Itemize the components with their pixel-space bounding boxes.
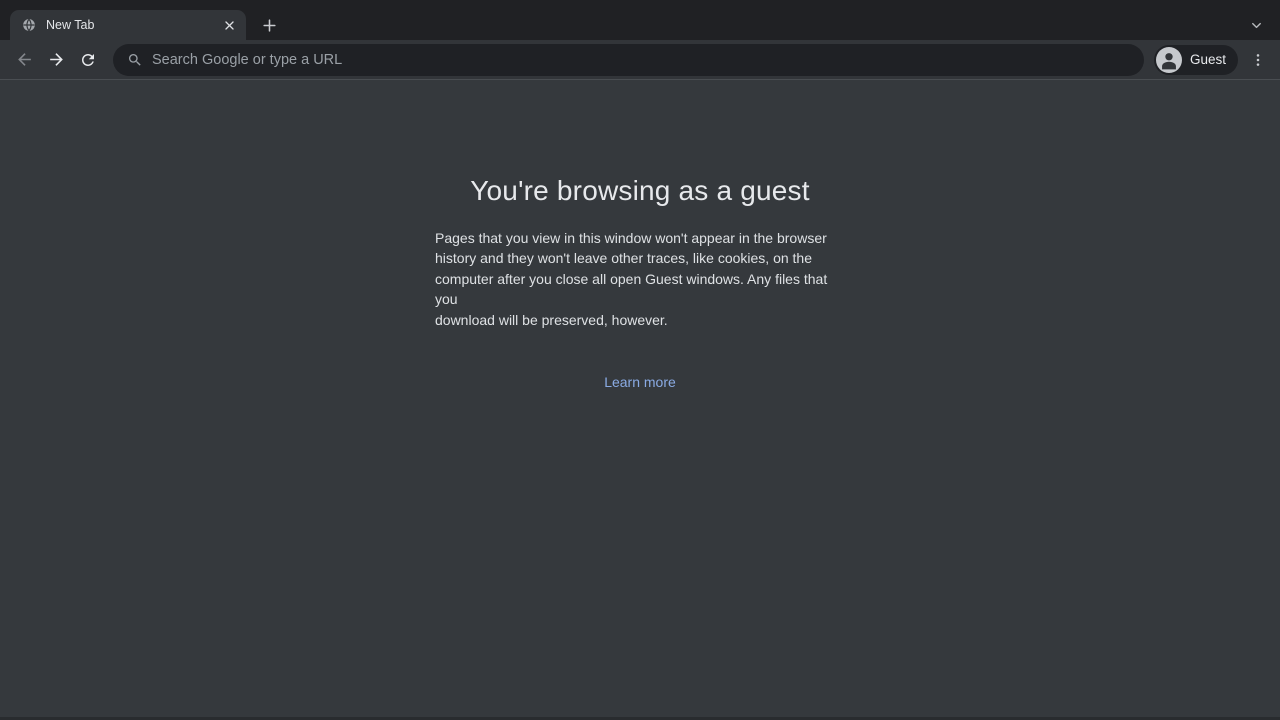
page-title: You're browsing as a guest — [435, 175, 845, 207]
menu-button[interactable] — [1244, 46, 1272, 74]
chevron-down-icon[interactable] — [1244, 13, 1268, 37]
page-description: Pages that you view in this window won't… — [435, 228, 845, 330]
forward-button[interactable] — [41, 45, 71, 75]
tab-new-tab[interactable]: New Tab — [10, 10, 246, 40]
globe-icon — [22, 18, 36, 32]
back-button[interactable] — [9, 45, 39, 75]
omnibox-input[interactable] — [152, 52, 1130, 68]
learn-more-container: Learn more — [435, 374, 845, 392]
kebab-menu-icon — [1250, 52, 1266, 68]
reload-button[interactable] — [73, 45, 103, 75]
back-arrow-icon — [15, 50, 34, 69]
guest-card: You're browsing as a guest Pages that yo… — [435, 175, 845, 392]
person-avatar-icon — [1156, 47, 1182, 73]
new-tab-button[interactable] — [256, 12, 282, 38]
tab-title: New Tab — [46, 18, 220, 32]
profile-button[interactable]: Guest — [1154, 45, 1238, 75]
tab-close-button[interactable] — [220, 16, 238, 34]
browser-window: New Tab — [0, 0, 1280, 719]
toolbar: Guest — [0, 40, 1280, 80]
guest-page: You're browsing as a guest Pages that yo… — [0, 80, 1280, 719]
omnibox[interactable] — [113, 44, 1144, 76]
search-icon — [127, 52, 143, 68]
learn-more-link[interactable]: Learn more — [604, 374, 676, 390]
profile-label: Guest — [1190, 52, 1226, 67]
forward-arrow-icon — [47, 50, 66, 69]
reload-icon — [79, 51, 97, 69]
tab-strip: New Tab — [0, 0, 1280, 40]
